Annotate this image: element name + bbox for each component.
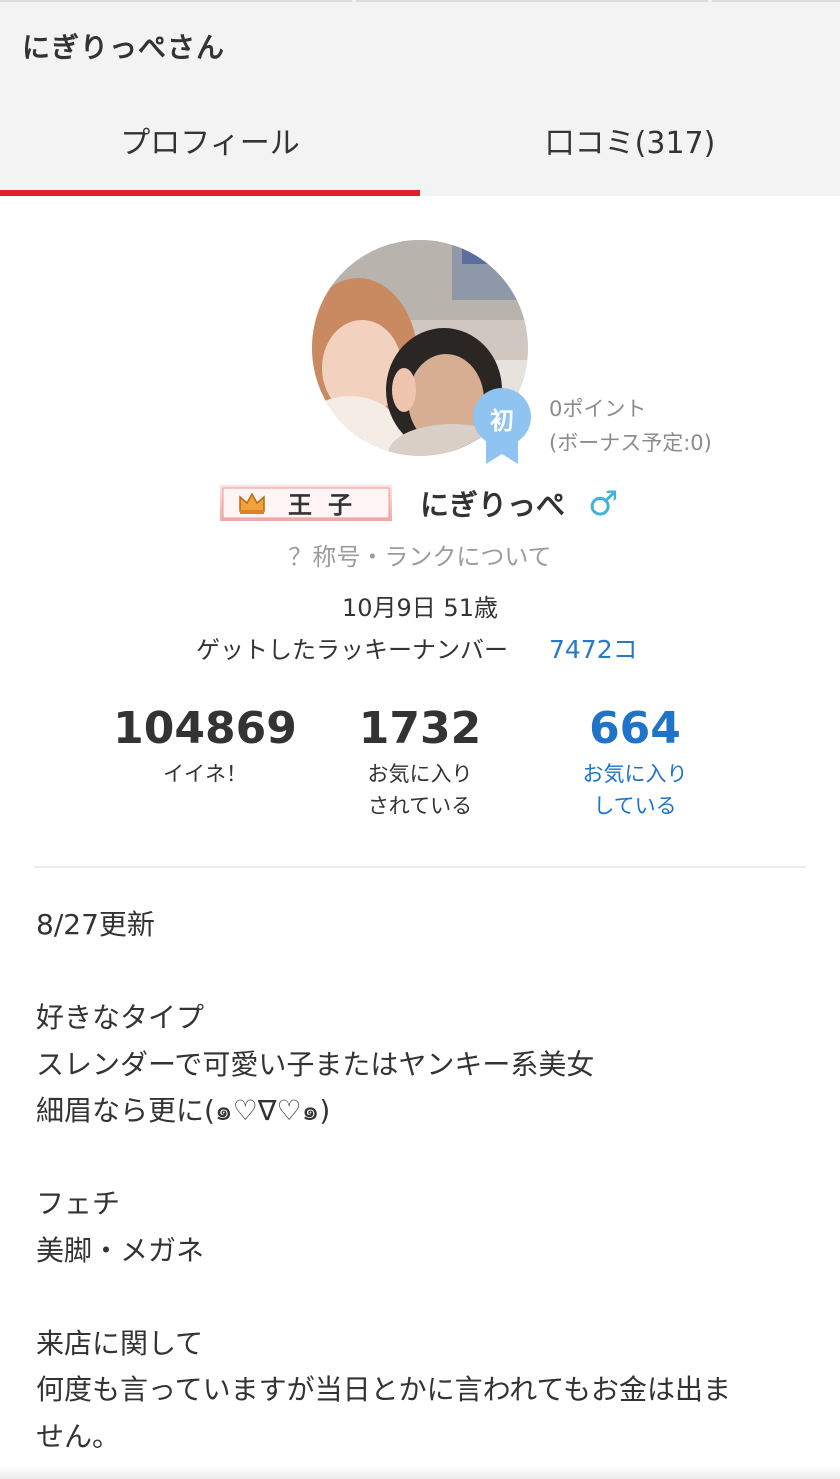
top-divider xyxy=(0,0,352,2)
tab-profile[interactable]: プロフィール xyxy=(0,118,420,162)
rank-title-text: 王子 xyxy=(288,492,368,519)
bio-line: 8/27更新 xyxy=(36,908,155,941)
bio-line: スレンダーで可愛い子またはヤンキー系美女 xyxy=(36,1047,595,1081)
bio-line xyxy=(36,1135,806,1182)
points-info: 0ポイント (ボーナス予定:0) xyxy=(549,392,712,460)
first-badge-label: 初 xyxy=(490,407,514,435)
page-title: にぎりっぺさん xyxy=(22,31,226,64)
stat-favorited: 1732 お気に入り されている xyxy=(310,700,530,822)
stat-likes: 104869 イイネ！ xyxy=(95,700,315,790)
bio-line: 何度も言っていますが当日とかに言われてもお金は出ま xyxy=(36,1373,731,1406)
birthday-age: 10月9日 51歳 xyxy=(342,594,498,622)
username: にぎりっぺ xyxy=(420,488,566,522)
bio-line: せん。 xyxy=(36,1419,121,1453)
bio-line: 好きなタイプ xyxy=(36,1001,205,1034)
lucky-number-value[interactable]: 7472コ xyxy=(549,630,638,666)
rank-title-badge: 王子 xyxy=(220,485,392,521)
divider xyxy=(34,866,806,868)
bio-line: 細眉なら更に(๑♡∇♡๑) xyxy=(36,1094,331,1127)
bio-line: 美脚・メガネ xyxy=(36,1233,205,1267)
stat-number: 1732 xyxy=(358,703,482,754)
stat-label[interactable]: している xyxy=(525,790,745,822)
bio-line xyxy=(36,949,806,996)
bio-line xyxy=(36,1274,806,1321)
stat-number[interactable]: 664 xyxy=(525,700,745,758)
stat-label: されている xyxy=(367,794,473,818)
points-text: 0ポイント xyxy=(549,397,647,421)
first-visit-badge: 初 xyxy=(472,388,532,466)
top-divider xyxy=(356,0,708,2)
active-tab-indicator xyxy=(0,190,420,196)
bio-line: 来店に関して xyxy=(36,1326,204,1360)
bio-line: フェチ xyxy=(36,1187,121,1220)
tab-reviews[interactable]: 口コミ(317) xyxy=(420,118,840,162)
bonus-text: (ボーナス予定:0) xyxy=(549,431,712,455)
stat-label: お気に入り xyxy=(367,762,473,786)
header-bar: にぎりっぺさん プロフィール 口コミ(317) xyxy=(0,0,840,196)
top-divider xyxy=(712,0,840,2)
stat-number: 104869 xyxy=(113,703,297,754)
stat-favoriting-link[interactable]: 664 お気に入り している xyxy=(525,700,745,822)
male-icon: ♂ xyxy=(588,484,619,524)
lucky-number-label: ゲットしたラッキーナンバー xyxy=(196,636,508,664)
stat-label: イイネ！ xyxy=(163,762,247,786)
title-rank-help-link[interactable]: ？称号・ランクについて xyxy=(0,537,840,572)
stat-label[interactable]: お気に入り xyxy=(525,758,745,790)
profile-bio: 8/27更新 好きなタイプ スレンダーで可愛い子またはヤンキー系美女 細眉なら更… xyxy=(36,902,806,1460)
bottom-edge xyxy=(0,1466,840,1479)
